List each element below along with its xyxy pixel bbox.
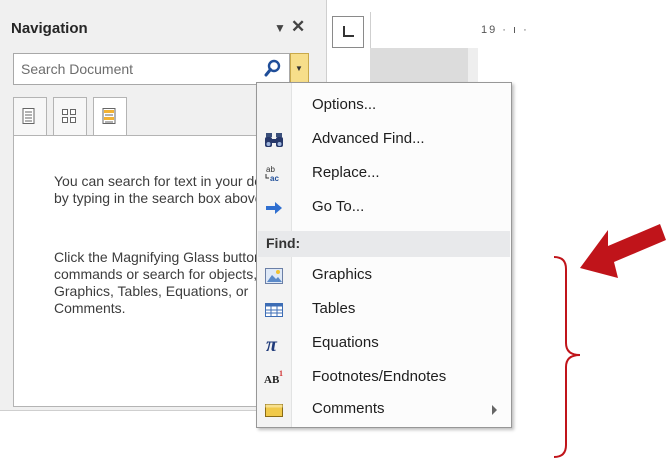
arrow-right-icon [266,202,282,214]
pi-icon: π [266,334,278,354]
footnote-icon: AB 1 [264,369,283,386]
tab-headings[interactable] [13,97,47,136]
svg-text:1: 1 [279,369,283,378]
menu-item-label: Replace... [312,164,380,181]
menu-item-find-equations[interactable]: π Equations [257,327,511,360]
search-results-icon [102,108,116,124]
ruler-ticks: 19 · ı · [481,24,529,36]
menu-item-label: Advanced Find... [312,130,425,147]
menu-item-advanced-find[interactable]: Advanced Find... [257,123,511,156]
svg-text:AB: AB [264,374,280,386]
horizontal-ruler[interactable]: 19 · ı · [370,12,667,48]
navigation-header: Navigation ▼ ✕ [0,14,326,44]
menu-item-find-comments[interactable]: Comments [257,393,511,426]
navigation-title: Navigation [11,20,88,37]
tab-stop-icon [343,26,354,37]
menu-item-label: Comments [312,400,385,417]
close-icon[interactable]: ✕ [291,17,305,37]
svg-text:ab: ab [266,165,275,174]
menu-item-options[interactable]: Options... [257,89,511,122]
pages-icon [62,109,76,123]
menu-item-find-tables[interactable]: Tables [257,293,511,326]
menu-item-find-footnotes[interactable]: AB 1 Footnotes/Endnotes [257,361,511,394]
menu-item-label: Options... [312,96,377,113]
view-ruler-button[interactable] [332,16,364,48]
table-icon [265,303,283,317]
svg-text:π: π [266,334,278,354]
search-placeholder: Search Document [21,61,134,77]
search-options-dropdown-button[interactable]: ▼ [290,53,309,85]
tab-pages[interactable] [53,97,87,136]
find-header-label: Find: [266,235,301,251]
replace-icon: ab ac [265,165,279,183]
magnifying-glass-button[interactable] [257,53,290,85]
menu-item-find-graphics[interactable]: Graphics [257,259,511,292]
menu-item-label: Equations [312,334,379,351]
magnifying-glass-icon [264,59,281,77]
menu-item-label: Tables [312,300,356,317]
menu-item-label: Go To... [312,198,365,215]
red-arrow-annotation [580,224,666,278]
search-options-menu: Options... Advanced Find... ab ac Replac… [256,82,512,428]
chevron-down-icon: ▼ [295,64,303,73]
menu-item-go-to[interactable]: Go To... [257,191,511,224]
tab-search-results[interactable] [93,97,127,137]
svg-text:ac: ac [270,174,279,183]
binoculars-icon [265,133,283,147]
menu-item-label: Footnotes/Endnotes [312,368,447,385]
pane-options-chevron-icon[interactable]: ▼ [274,21,286,35]
search-document-input[interactable]: Search Document [13,53,258,85]
menu-item-label: Graphics [312,266,373,283]
submenu-arrow-icon [492,405,497,415]
picture-icon [265,268,283,284]
find-section-header: Find: [258,231,510,257]
headings-icon [22,108,35,124]
comment-icon [265,404,283,417]
menu-item-replace[interactable]: ab ac Replace... [257,157,511,190]
